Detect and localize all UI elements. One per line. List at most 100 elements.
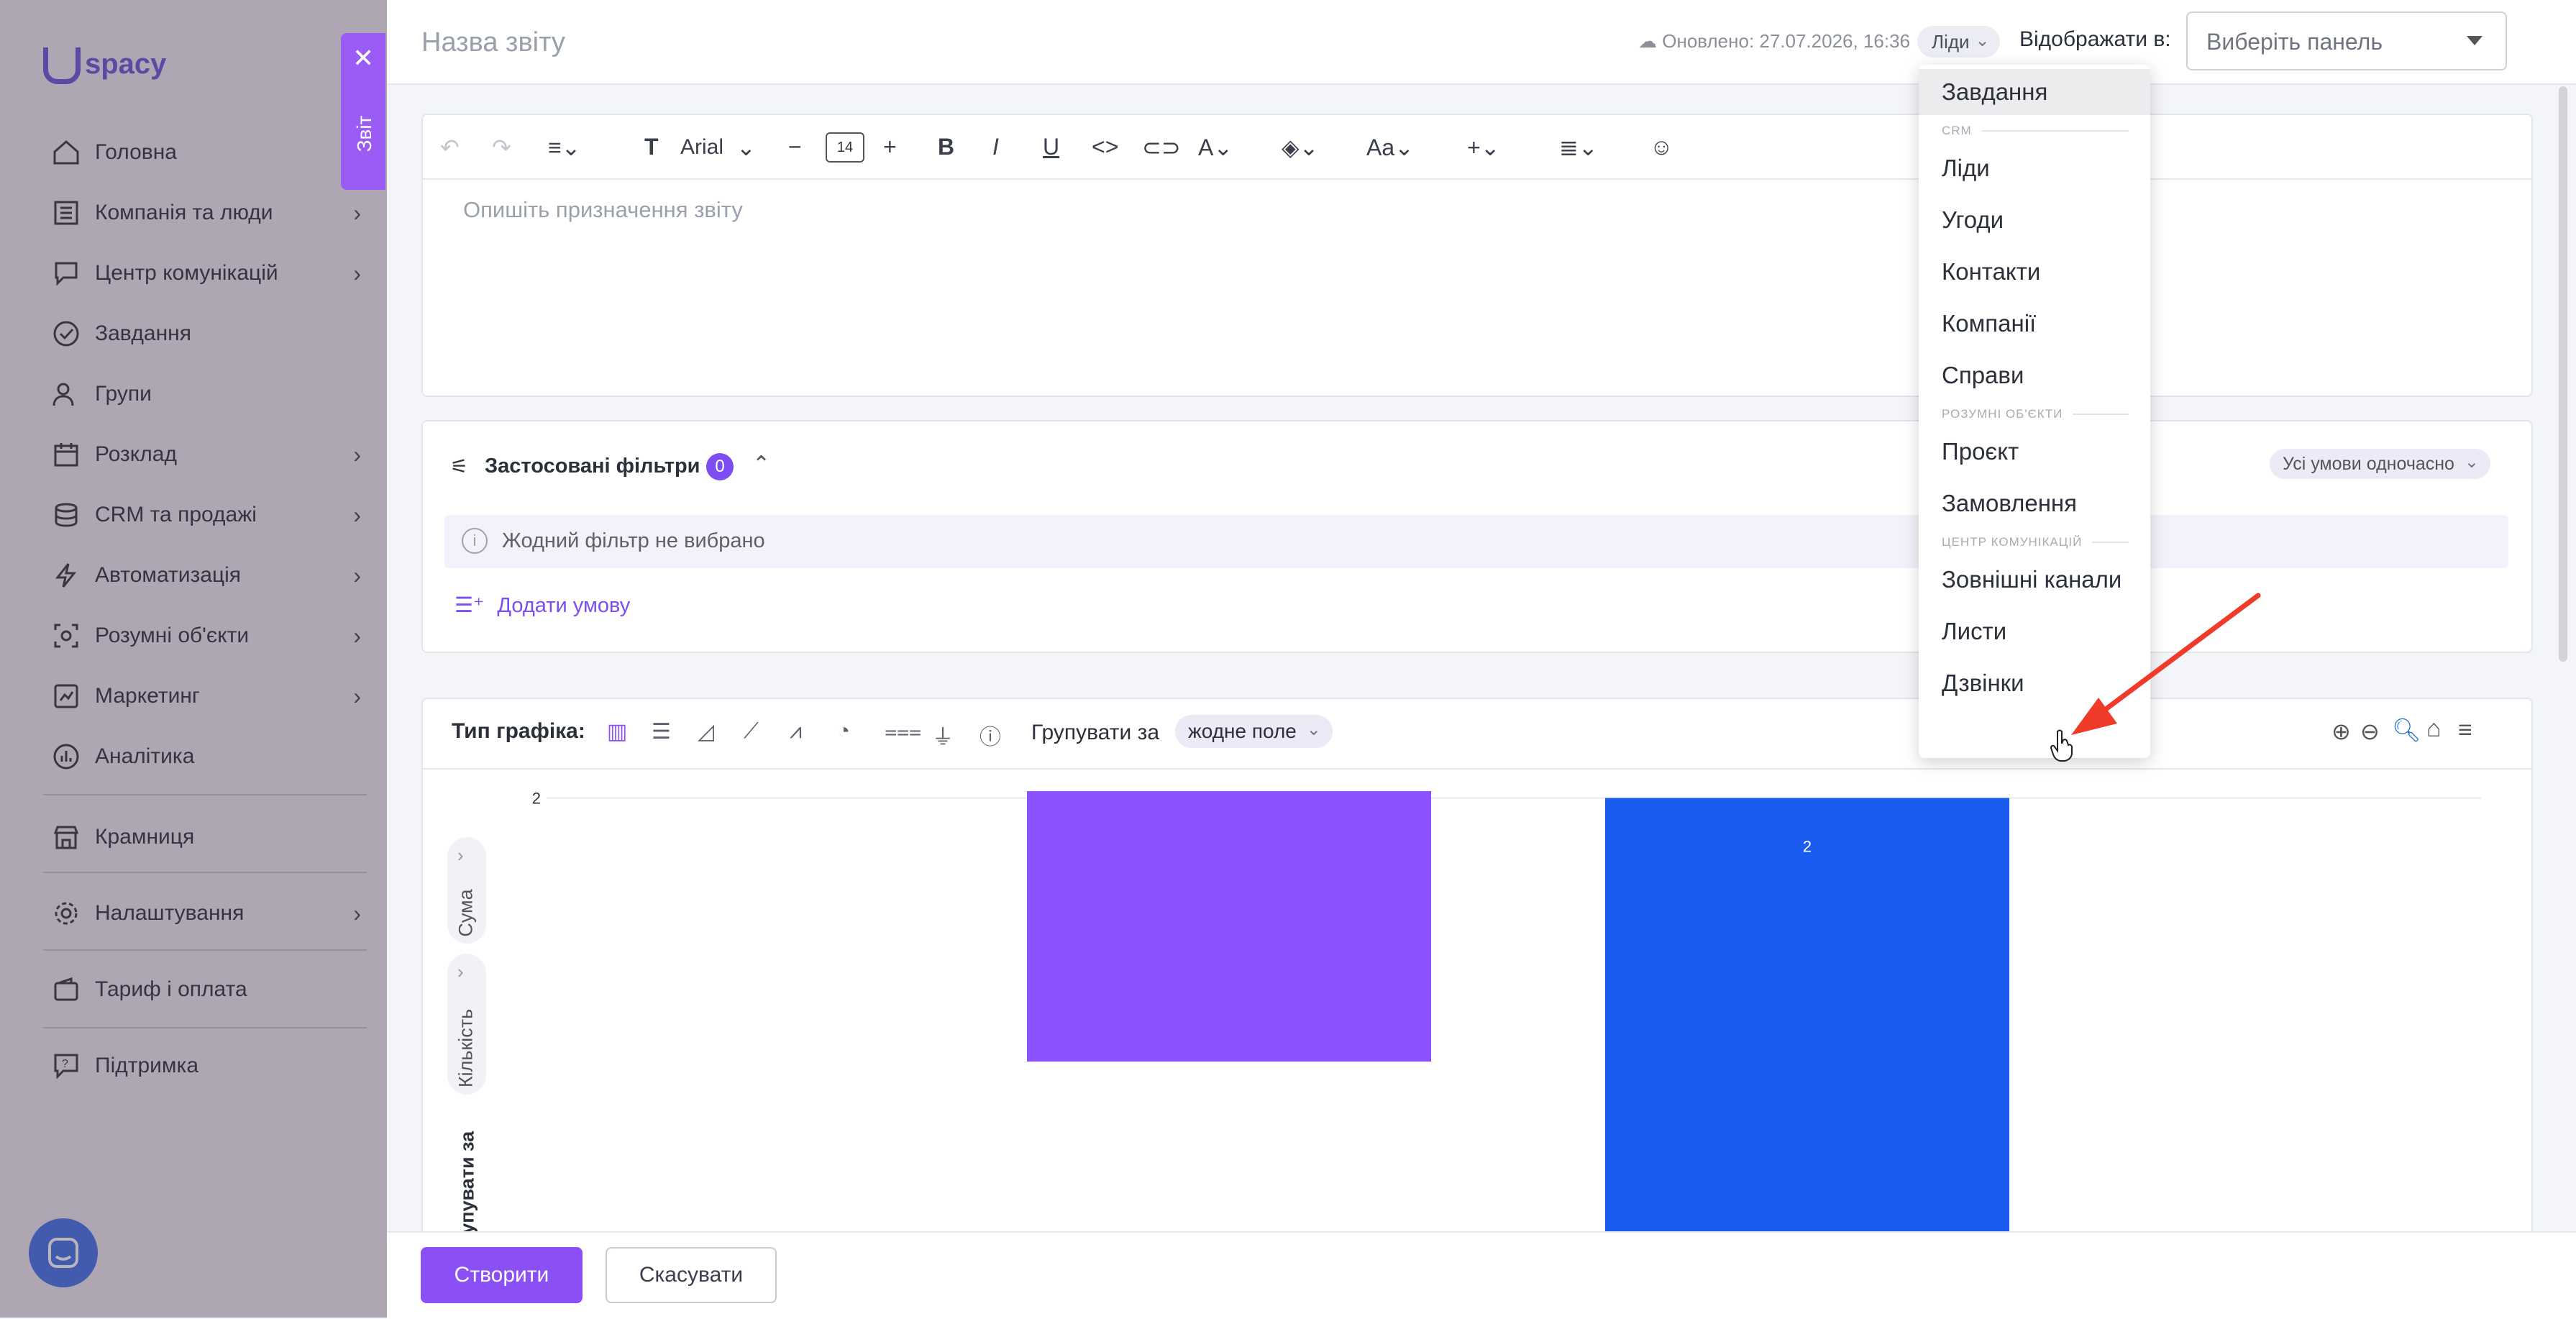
paragraph-format-icon[interactable]: ≡⌄ (548, 134, 580, 161)
underline-icon[interactable]: U (1043, 134, 1059, 160)
bar-chart: 2468107722 (532, 791, 2481, 1231)
italic-icon[interactable]: I (992, 134, 999, 160)
dropdown-group-header: ЦЕНТР КОМУНІКАЦІЙ (1942, 535, 2129, 549)
pie-chart-type-icon[interactable]: ◔ (837, 719, 850, 744)
chart-type-label: Тип графіка: (452, 719, 585, 743)
text-color-icon[interactable]: A⌄ (1198, 134, 1233, 161)
add-condition-label: Додати умову (497, 594, 631, 617)
bar-inner-label: 2 (1803, 837, 1812, 855)
dropdown-group-divider (1981, 130, 2129, 132)
bold-icon[interactable]: B (938, 134, 954, 160)
dropdown-group-label: РОЗУМНІ ОБ'ЄКТИ (1942, 407, 2063, 421)
chart-header-divider (423, 768, 2531, 770)
condition-mode-label: Усі умови одночасно (2283, 453, 2454, 474)
group-by-value: жодне поле (1188, 720, 1297, 742)
zoom-out-icon[interactable]: ⊖ (2360, 718, 2380, 745)
dropdown-group-divider (2092, 542, 2129, 543)
funnel-type-icon[interactable]: ⏚ (932, 719, 954, 751)
code-icon[interactable]: <> (1092, 134, 1118, 160)
link-icon[interactable]: ⊂⊃ (1142, 134, 1181, 161)
info-icon: i (462, 528, 488, 554)
caret-down-icon (2467, 36, 2483, 45)
page-scrollbar[interactable] (2559, 86, 2567, 662)
increase-font-icon[interactable]: + (883, 134, 897, 160)
dropdown-option[interactable]: Замовлення (1919, 480, 2150, 526)
dropdown-option[interactable]: Завдання (1919, 69, 2150, 115)
text-case-icon[interactable]: Aa⌄ (1366, 134, 1414, 161)
chart-menu-icon[interactable]: ≡ (2458, 716, 2472, 744)
side-tab-count-label: Кількість (455, 1008, 477, 1088)
close-icon[interactable]: ✕ (352, 45, 374, 71)
dropdown-group-label: ЦЕНТР КОМУНІКАЦІЙ (1942, 535, 2083, 549)
panel-select[interactable]: Виберіть панель (2186, 12, 2507, 70)
emoji-icon[interactable]: ☺ (1650, 134, 1673, 160)
line-chart-type-icon[interactable]: ⟋ (744, 719, 759, 744)
insert-icon[interactable]: +⌄ (1467, 134, 1500, 161)
side-tab-group-by[interactable]: Групувати за (447, 1105, 486, 1231)
sidebar-overlay (0, 0, 387, 1318)
report-tab-label: Звіт (353, 115, 375, 152)
cloud-icon: ☁ (1638, 30, 1657, 52)
add-list-icon: ☰⁺ (455, 594, 485, 617)
zoom-in-icon[interactable]: ⊕ (2331, 718, 2351, 745)
filters-count-badge: 0 (706, 453, 734, 480)
font-family-select[interactable]: Arial (680, 135, 723, 160)
add-condition-button[interactable]: ☰⁺ Додати умову (455, 593, 630, 618)
bar (1027, 791, 1431, 1062)
dropdown-option[interactable]: Проєкт (1919, 429, 2150, 475)
chevron-right-icon: › (457, 844, 464, 866)
dropdown-group-header: CRM (1942, 124, 2129, 138)
report-title-input[interactable]: Назва звіту (421, 27, 565, 58)
dropdown-group-header: РОЗУМНІ ОБ'ЄКТИ (1942, 407, 2129, 421)
bar-chart-type-icon[interactable]: ▥ (607, 719, 627, 744)
font-size-field[interactable]: 14 (826, 132, 864, 163)
chevron-down-icon: ⌄ (2464, 452, 2479, 472)
bar-value-label: 2 (1803, 791, 1812, 792)
panel-select-placeholder: Виберіть панель (2206, 29, 2383, 55)
horizontal-bar-type-icon[interactable]: ☰ (652, 719, 671, 744)
multi-line-type-icon[interactable]: ⩘ (790, 719, 802, 744)
side-tab-sum[interactable]: › Сума (447, 837, 486, 944)
funnel-bars-type-icon[interactable]: ⩶ (885, 719, 921, 744)
report-tab-label-wrap: Звіт (350, 93, 378, 180)
dropdown-option[interactable]: Компанії (1919, 301, 2150, 347)
condition-mode-select[interactable]: Усі умови одночасно ⌄ (2270, 449, 2490, 479)
area-chart-type-icon[interactable]: ◿ (698, 719, 714, 744)
side-tab-count[interactable]: › Кількість (447, 954, 486, 1095)
font-family-icon: T (644, 134, 659, 160)
chevron-right-icon: › (457, 961, 464, 982)
zoom-selection-icon[interactable]: 🔍︎ (2392, 716, 2421, 744)
no-filters-text: Жодний фільтр не вибрано (502, 529, 765, 552)
updated-status: ☁ Оновлено: 27.07.2026, 16:36 (1638, 30, 1910, 53)
report-tab[interactable]: ✕ Звіт (341, 33, 385, 190)
entity-chip[interactable]: Ліди ⌄ (1917, 26, 2000, 58)
group-by-select[interactable]: жодне поле ⌄ (1175, 715, 1333, 748)
create-button[interactable]: Створити (421, 1247, 583, 1303)
chevron-down-icon: ⌄ (1975, 31, 1990, 50)
decrease-font-icon[interactable]: − (788, 134, 802, 160)
bar (1605, 798, 2009, 1231)
toolbar-divider (423, 178, 2531, 180)
cancel-button[interactable]: Скасувати (606, 1247, 777, 1303)
updated-status-text: Оновлено: 27.07.2026, 16:36 (1662, 30, 1911, 52)
annotation-arrow (2071, 593, 2261, 735)
align-icon[interactable]: ≣⌄ (1559, 134, 1598, 161)
highlight-icon[interactable]: ◈⌄ (1282, 134, 1318, 161)
chevron-up-icon[interactable]: ⌃ (752, 452, 770, 477)
reset-zoom-home-icon[interactable]: ⌂ (2426, 715, 2442, 743)
dropdown-option[interactable]: Ліди (1919, 145, 2150, 191)
report-header: Назва звіту ☁ Оновлено: 27.07.2026, 16:3… (387, 0, 2576, 85)
dropdown-option[interactable]: Контакти (1919, 249, 2150, 295)
chevron-down-icon: ⌄ (1306, 720, 1321, 739)
undo-icon[interactable]: ↶ (440, 134, 460, 161)
info-box-type-icon[interactable]: ⓘ (979, 719, 1001, 751)
redo-icon[interactable]: ↷ (492, 134, 511, 161)
filter-settings-icon: ⚟ (450, 455, 469, 478)
dropdown-option[interactable]: Угоди (1919, 197, 2150, 243)
y-tick-label: 2 (532, 791, 541, 808)
display-in-label: Відображати в: (2019, 27, 2171, 51)
dropdown-option[interactable]: Справи (1919, 352, 2150, 398)
description-textarea[interactable]: Опишіть призначення звіту (463, 197, 743, 223)
chevron-down-icon[interactable]: ⌄ (736, 134, 756, 161)
side-tab-sum-label: Сума (455, 889, 477, 937)
